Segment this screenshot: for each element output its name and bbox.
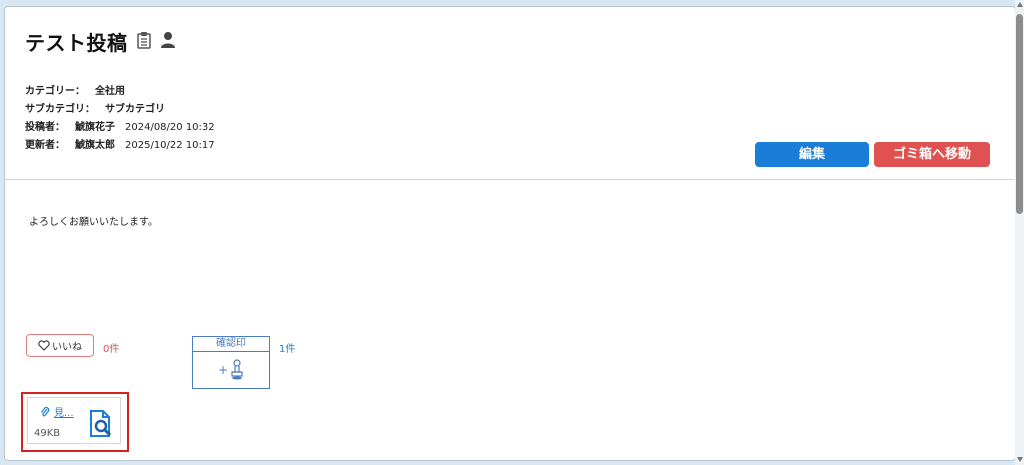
attachment-size: 49KB	[34, 428, 61, 439]
meta-author: 投稿者： 鯱旗花子 2024/08/20 10:32	[25, 119, 215, 137]
author-label: 投稿者：	[25, 122, 65, 133]
post-card: テスト投稿 カテゴリー： 全社用 サブカテゴリ： サブカテゴリ 投稿者： 鯱旗花子 2	[4, 6, 1016, 461]
confirm-stamp-box[interactable]: 確認印 +	[192, 336, 270, 389]
category-value: 全社用	[95, 86, 125, 97]
paperclip-icon	[41, 406, 50, 416]
person-icon[interactable]	[160, 31, 176, 53]
subcategory-value: サブカテゴリ	[105, 104, 165, 115]
scroll-up-arrow-icon[interactable]	[1017, 2, 1023, 7]
category-label: カテゴリー：	[25, 86, 85, 97]
scroll-down-arrow-icon[interactable]	[1017, 457, 1023, 462]
scroll-thumb[interactable]	[1016, 14, 1023, 214]
add-stamp-button[interactable]: +	[193, 352, 269, 388]
meta-category: カテゴリー： 全社用	[25, 83, 215, 101]
like-label: いいね	[52, 342, 82, 353]
clipboard-icon[interactable]	[136, 31, 152, 53]
page-title: テスト投稿	[25, 31, 128, 55]
attachment-link[interactable]: 見...	[40, 404, 74, 419]
like-button[interactable]: いいね	[26, 334, 94, 357]
move-to-trash-button[interactable]: ゴミ箱へ移動	[874, 142, 990, 167]
meta-updater: 更新者： 鯱旗太郎 2025/10/22 10:17	[25, 137, 215, 155]
title-row: テスト投稿	[25, 27, 176, 56]
post-body: よろしくお願いいたします。	[29, 217, 158, 228]
section-divider	[5, 179, 1015, 180]
stamp-icon	[231, 359, 243, 380]
attachment-card[interactable]: 見... 49KB	[27, 397, 121, 444]
attachment-name: 見...	[54, 408, 74, 419]
vertical-scrollbar[interactable]	[1015, 0, 1024, 465]
file-preview-icon[interactable]	[88, 410, 114, 442]
stamp-header: 確認印	[193, 337, 269, 352]
updater-datetime: 2025/10/22 10:17	[125, 140, 215, 151]
meta-subcategory: サブカテゴリ： サブカテゴリ	[25, 101, 215, 119]
author-name: 鯱旗花子	[75, 122, 115, 133]
subcategory-label: サブカテゴリ：	[25, 104, 95, 115]
stamp-count[interactable]: 1件	[279, 340, 295, 355]
plus-icon: +	[217, 363, 229, 377]
updater-name: 鯱旗太郎	[75, 140, 115, 151]
edit-button[interactable]: 編集	[755, 142, 869, 167]
post-meta: カテゴリー： 全社用 サブカテゴリ： サブカテゴリ 投稿者： 鯱旗花子 2024/08/…	[25, 83, 215, 155]
updater-label: 更新者：	[25, 140, 65, 151]
like-count[interactable]: 0件	[103, 340, 119, 355]
author-datetime: 2024/08/20 10:32	[125, 122, 215, 133]
heart-icon	[38, 340, 50, 351]
